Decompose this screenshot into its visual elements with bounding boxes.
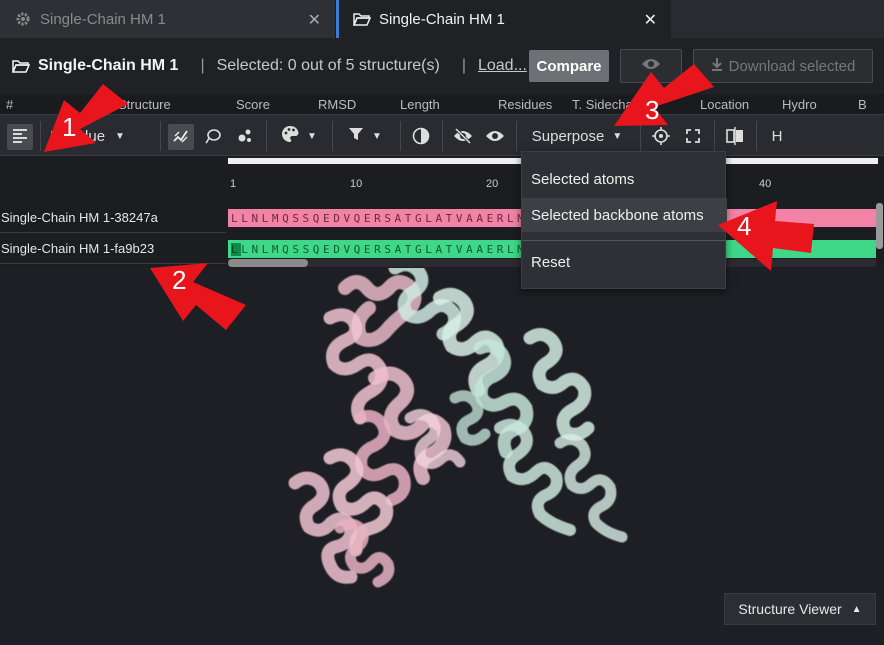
download-selected-button[interactable]: Download selected (693, 49, 873, 83)
first-residue-highlight[interactable]: L (231, 242, 242, 256)
lasso-icon[interactable] (200, 115, 226, 157)
color-scheme-button[interactable]: ▼ (274, 115, 324, 157)
structure-viewer-toggle[interactable]: Structure Viewer ▲ (724, 593, 876, 625)
download-icon (711, 57, 723, 75)
tab-label: Single-Chain HM 1 (40, 10, 166, 28)
close-icon[interactable]: ✕ (308, 10, 321, 30)
ruler-tick: 40 (759, 178, 772, 190)
column-header[interactable]: Residues (498, 97, 552, 112)
tab-bar: Single-Chain HM 1 ✕ Single-Chain HM 1 ✕ (0, 0, 884, 38)
vertical-scrollbar-thumb[interactable] (876, 203, 883, 249)
chevron-up-icon: ▲ (851, 603, 862, 615)
tab-active[interactable]: Single-Chain HM 1 ✕ (336, 0, 671, 38)
atoms-icon[interactable] (232, 115, 258, 157)
column-header[interactable]: B (858, 97, 867, 112)
toolbar-divider (516, 121, 517, 151)
residue-select-label: Residue (50, 127, 106, 145)
header-separator: | (461, 57, 466, 74)
sequence-toolbar: Residue ▼ ▼ ▼ Superpose ▼ H (0, 114, 884, 156)
chevron-down-icon: ▼ (612, 130, 623, 142)
project-title-text: Single-Chain HM 1 (38, 57, 179, 74)
menu-divider (522, 240, 727, 241)
filter-icon (348, 126, 364, 146)
ruler-tick: 1 (230, 178, 237, 190)
app-window: Single-Chain HM 1 ✕ Single-Chain HM 1 ✕ … (0, 0, 884, 645)
protein-structure-render (288, 268, 628, 588)
toolbar-divider (714, 121, 715, 151)
column-header[interactable]: T. Sidechains (572, 97, 649, 112)
menu-item-selected-atoms[interactable]: Selected atoms (522, 162, 727, 196)
toolbar-divider (442, 121, 443, 151)
toolbar-divider (640, 121, 641, 151)
superpose-label: Superpose (531, 127, 605, 145)
column-header[interactable]: Length (400, 97, 440, 112)
compare-button[interactable]: Compare (529, 50, 609, 82)
column-header[interactable]: Location (700, 97, 749, 112)
structure-viewer[interactable]: Structure Viewer ▲ (0, 268, 884, 645)
toolbar-divider (400, 121, 401, 151)
tab-inactive[interactable]: Single-Chain HM 1 ✕ (0, 0, 336, 38)
toolbar-divider (40, 121, 41, 151)
column-header[interactable]: # (6, 97, 13, 112)
align-left-icon (7, 115, 33, 157)
gear-icon (14, 10, 32, 28)
hydrogen-toggle[interactable]: H (764, 115, 790, 157)
column-header[interactable]: Hydro (782, 97, 817, 112)
residue-select[interactable]: Residue ▼ (46, 115, 158, 157)
header-separator: | (200, 57, 205, 74)
project-header: Single-Chain HM 1 | Selected: 0 out of 5… (0, 38, 884, 94)
toolbar-divider (756, 121, 757, 151)
menu-item-selected-backbone-atoms[interactable]: Selected backbone atoms (522, 198, 727, 232)
visibility-button[interactable] (620, 49, 682, 83)
column-header[interactable]: Structure (118, 97, 171, 112)
folder-open-icon (353, 10, 371, 28)
close-icon[interactable]: ✕ (644, 10, 657, 30)
toolbar-divider (266, 121, 267, 151)
helix-select-icon (168, 115, 194, 157)
structure-viewer-label: Structure Viewer (738, 601, 842, 617)
ruler-tick: 20 (486, 178, 499, 190)
filter-button[interactable]: ▼ (340, 115, 390, 157)
column-header-strip: # Structure Score RMSD Length Residues T… (0, 94, 884, 114)
toolbar-divider (332, 121, 333, 151)
selection-status: Selected: 0 out of 5 structure(s) (216, 57, 440, 74)
eye-icon (641, 57, 661, 76)
column-header[interactable]: RMSD (318, 97, 356, 112)
superpose-dropdown: Selected atoms Selected backbone atoms R… (521, 151, 727, 289)
contrast-icon[interactable] (408, 115, 434, 157)
tab-label: Single-Chain HM 1 (379, 10, 505, 28)
chevron-down-icon: ▼ (307, 130, 317, 142)
show-icon[interactable] (482, 115, 508, 157)
ruler-tick: 10 (350, 178, 363, 190)
column-header[interactable]: Score (236, 97, 270, 112)
sequence-row-label[interactable]: Single-Chain HM 1-fa9b23 (0, 234, 226, 264)
project-title: Single-Chain HM 1 (12, 57, 178, 75)
chevron-down-icon: ▼ (372, 130, 382, 142)
sequence-panel: 1 10 20 40 Single-Chain HM 1-38247a Sing… (0, 156, 884, 268)
load-link[interactable]: Load... (478, 57, 527, 75)
sequence-row-label[interactable]: Single-Chain HM 1-38247a (0, 203, 226, 233)
chevron-down-icon: ▼ (115, 130, 125, 142)
hide-icon[interactable] (450, 115, 476, 157)
menu-item-reset[interactable]: Reset (522, 245, 727, 279)
toolbar-divider (160, 121, 161, 151)
download-label: Download selected (728, 57, 856, 75)
palette-icon (281, 125, 299, 147)
folder-open-icon (12, 58, 30, 74)
scrollbar-thumb[interactable] (228, 259, 308, 267)
